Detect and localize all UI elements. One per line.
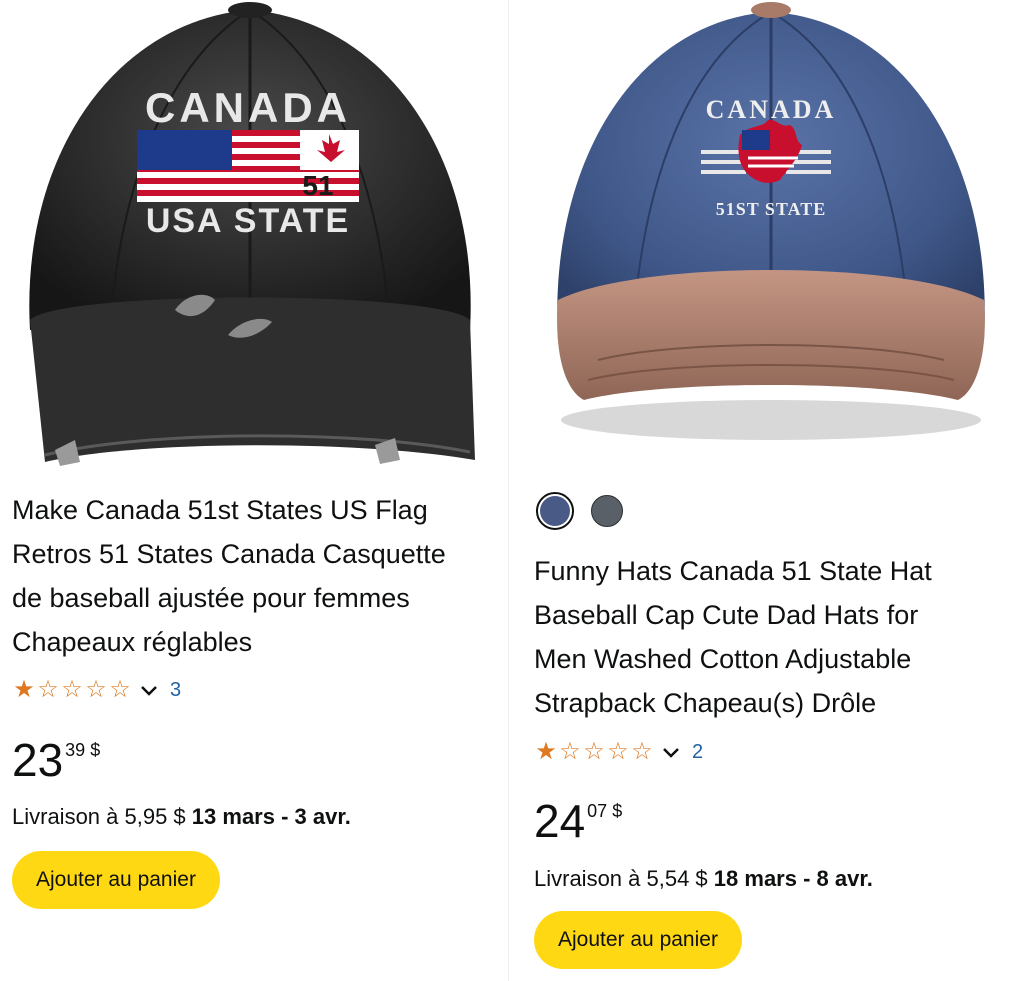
product-title-line[interactable]: Baseball Cap Cute Dad Hats for xyxy=(534,593,1014,637)
product-title-line[interactable]: Chapeaux réglables xyxy=(12,620,492,664)
star-filled-icon: ★ xyxy=(535,738,557,765)
star-empty-icon: ☆ xyxy=(559,738,581,765)
swatch-color-dot xyxy=(591,495,623,527)
rating-row[interactable]: ★ ☆ ☆ ☆ ☆ 2 xyxy=(534,740,703,764)
product-title-line[interactable]: Retros 51 States Canada Casquette xyxy=(12,532,492,576)
product-title[interactable]: Make Canada 51st States US Flag Retros 5… xyxy=(12,488,492,664)
star-rating[interactable]: ★ ☆ ☆ ☆ ☆ xyxy=(534,740,654,764)
product-title[interactable]: Funny Hats Canada 51 State Hat Baseball … xyxy=(534,549,1014,725)
star-empty-icon: ☆ xyxy=(85,676,107,703)
price-fraction: 07 xyxy=(587,801,608,821)
swatch-denim-blue[interactable] xyxy=(536,492,574,530)
delivery-info: Livraison à 5,54 $ 18 mars - 8 avr. xyxy=(534,864,873,894)
add-to-cart-button[interactable]: Ajouter au panier xyxy=(534,911,742,969)
color-swatches xyxy=(536,492,626,530)
price-fraction: 39 xyxy=(65,740,86,760)
cap-text-number: 51 xyxy=(302,170,333,201)
product-image[interactable]: CANADA 51 USA STATE xyxy=(0,0,502,470)
star-empty-icon: ☆ xyxy=(583,738,605,765)
star-empty-icon: ☆ xyxy=(109,676,131,703)
star-empty-icon: ☆ xyxy=(37,676,59,703)
cap-text-bottom: 51ST STATE xyxy=(716,199,827,219)
cap-text-top: CANADA xyxy=(706,95,837,124)
delivery-info: Livraison à 5,95 $ 13 mars - 3 avr. xyxy=(12,802,351,832)
review-count[interactable]: 3 xyxy=(170,679,181,702)
product-title-line[interactable]: Funny Hats Canada 51 State Hat xyxy=(534,549,1014,593)
denim-cap-illustration: CANADA 51ST STATE xyxy=(518,0,1024,470)
chevron-down-icon[interactable] xyxy=(660,741,682,763)
black-cap-illustration: CANADA 51 USA STATE xyxy=(0,0,502,470)
star-empty-icon: ☆ xyxy=(61,676,83,703)
product-image[interactable]: CANADA 51ST STATE xyxy=(518,0,1024,470)
delivery-dates: 13 mars - 3 avr. xyxy=(191,804,351,829)
price-whole: 23 xyxy=(12,734,64,786)
delivery-dates: 18 mars - 8 avr. xyxy=(713,866,873,891)
product-card: CANADA 51 USA STATE Make Canada 51st Sta… xyxy=(0,0,502,981)
product-title-line[interactable]: Strapback Chapeau(s) Drôle xyxy=(534,681,1014,725)
price: 23 39 $ xyxy=(12,737,100,783)
cap-text-top: CANADA xyxy=(145,84,351,131)
add-to-cart-button[interactable]: Ajouter au panier xyxy=(12,851,220,909)
price: 24 07 $ xyxy=(534,798,622,844)
star-empty-icon: ☆ xyxy=(631,738,653,765)
price-currency: $ xyxy=(612,801,623,821)
price-whole: 24 xyxy=(534,795,586,847)
star-rating[interactable]: ★ ☆ ☆ ☆ ☆ xyxy=(12,678,132,702)
divider xyxy=(508,0,509,981)
price-currency: $ xyxy=(90,740,101,760)
star-empty-icon: ☆ xyxy=(607,738,629,765)
chevron-down-icon[interactable] xyxy=(138,679,160,701)
product-card: CANADA 51ST STATE Funny Hats Canada 51 S… xyxy=(518,0,1024,981)
review-count[interactable]: 2 xyxy=(692,741,703,764)
rating-row[interactable]: ★ ☆ ☆ ☆ ☆ 3 xyxy=(12,678,181,702)
delivery-fee: Livraison à 5,54 $ xyxy=(534,866,708,891)
product-title-line[interactable]: Men Washed Cotton Adjustable xyxy=(534,637,1014,681)
product-title-line[interactable]: Make Canada 51st States US Flag xyxy=(12,488,492,532)
star-filled-icon: ★ xyxy=(13,676,35,703)
swatch-charcoal[interactable] xyxy=(588,492,626,530)
cap-text-bottom: USA STATE xyxy=(146,202,350,240)
swatch-color-dot xyxy=(540,496,570,526)
product-title-line[interactable]: de baseball ajustée pour femmes xyxy=(12,576,492,620)
delivery-fee: Livraison à 5,95 $ xyxy=(12,804,186,829)
